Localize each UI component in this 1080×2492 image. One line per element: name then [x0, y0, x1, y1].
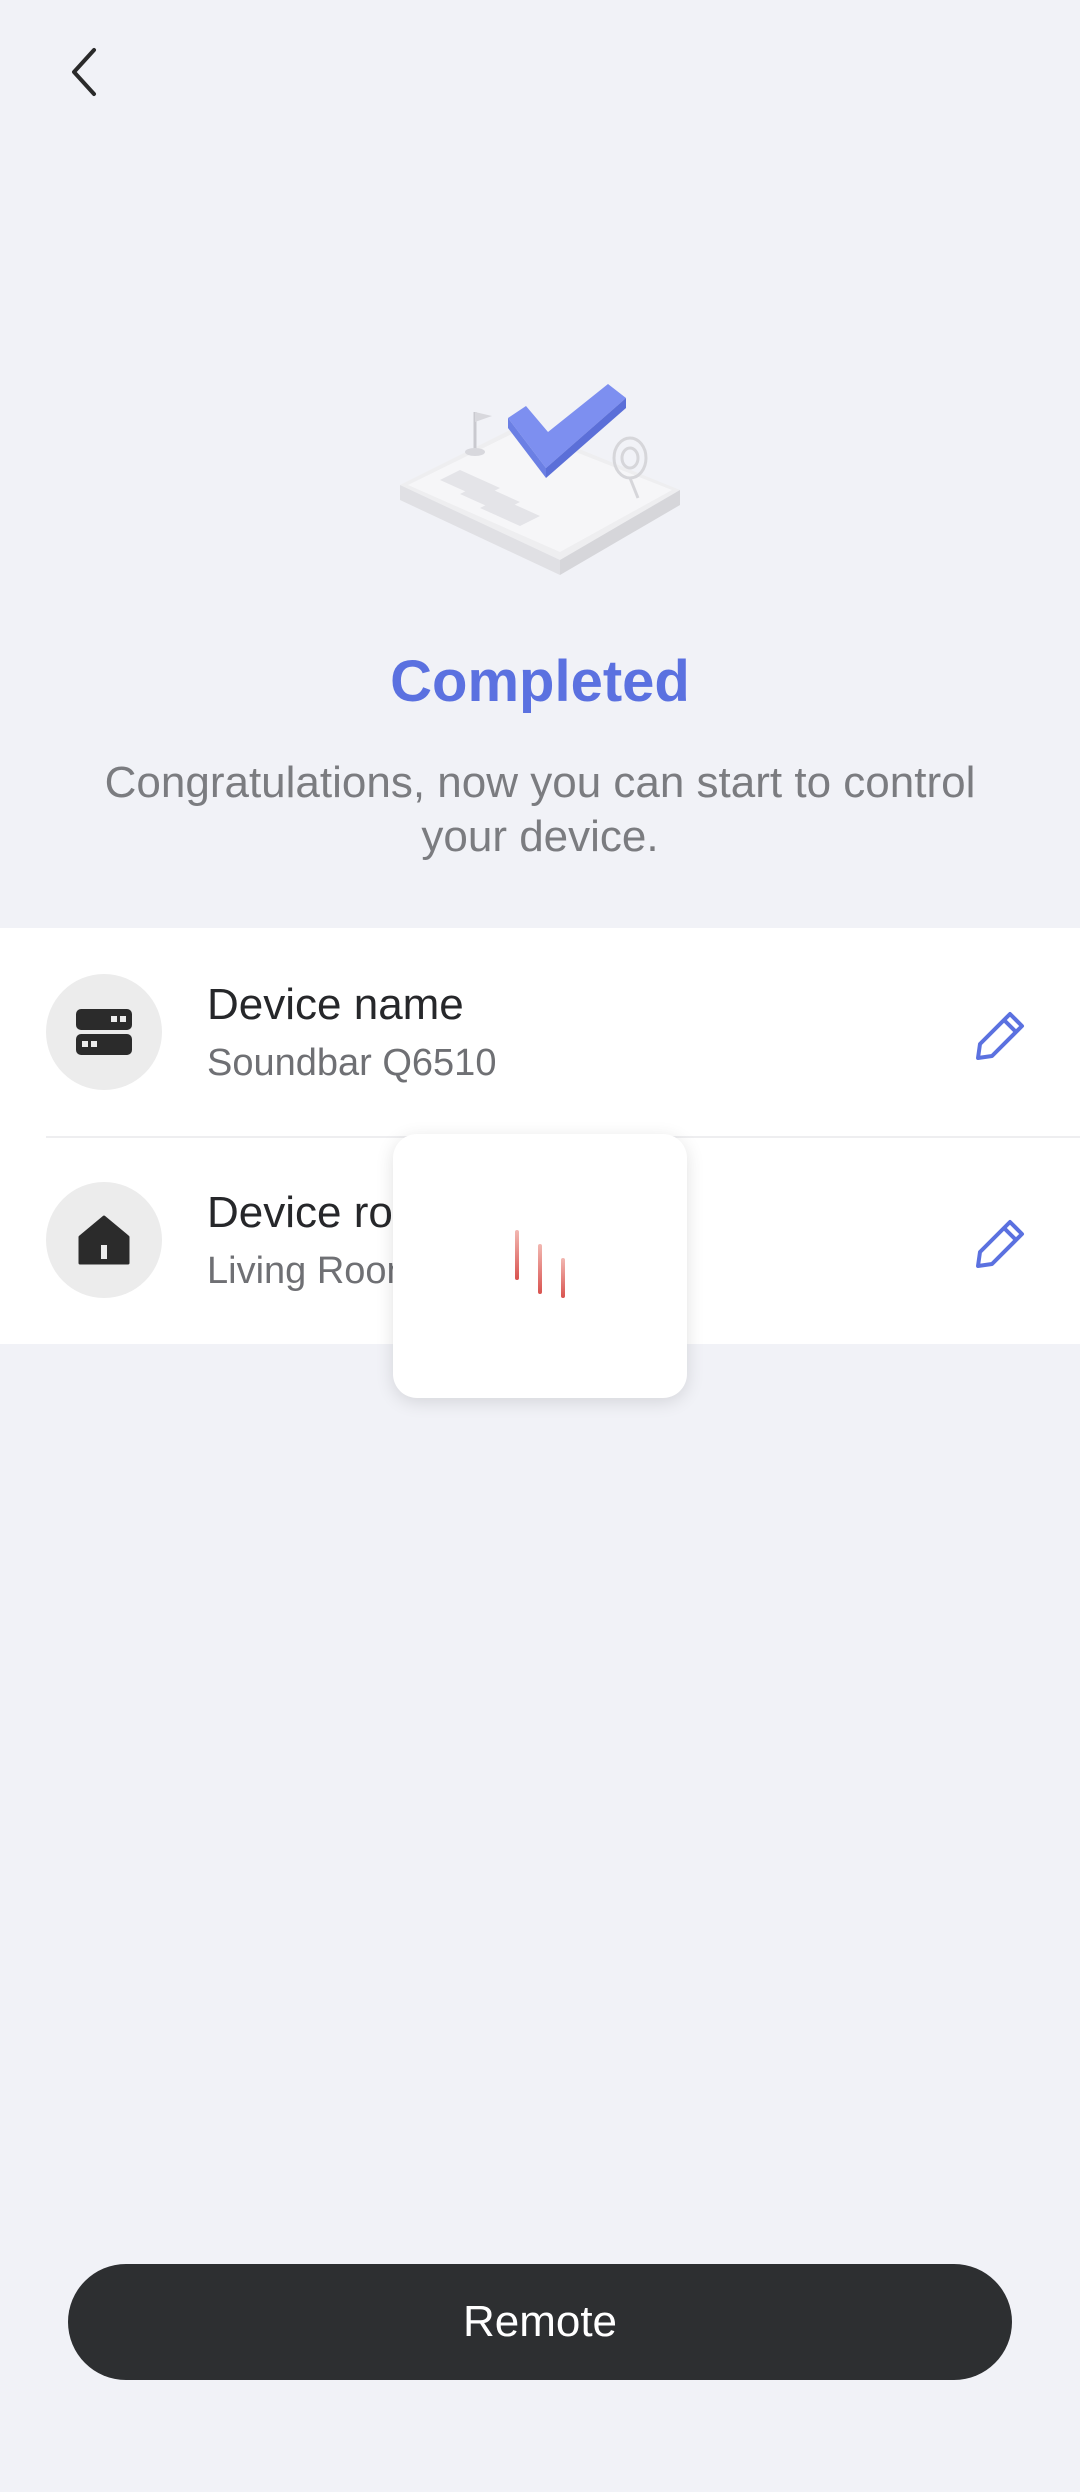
- home-icon: [78, 1215, 130, 1265]
- edit-device-name-button[interactable]: [960, 996, 1040, 1076]
- loading-overlay: [393, 1134, 687, 1398]
- device-room-value: Living Room: [207, 1250, 419, 1292]
- pencil-icon: [976, 1012, 1024, 1060]
- device-name-value: Soundbar Q6510: [207, 1042, 497, 1084]
- page-title: Completed: [390, 649, 690, 714]
- room-avatar: [46, 1182, 162, 1298]
- edit-device-room-button[interactable]: [960, 1204, 1040, 1284]
- page-subtitle: Congratulations, now you can start to co…: [104, 758, 976, 861]
- back-button[interactable]: [48, 36, 120, 108]
- device-name-row: Device name Soundbar Q6510: [0, 928, 1080, 1136]
- pencil-icon: [976, 1220, 1024, 1268]
- remote-button[interactable]: Remote: [68, 2264, 1012, 2380]
- device-name-label: Device name: [207, 980, 464, 1029]
- completed-illustration: [380, 370, 700, 600]
- device-icon: [76, 1009, 132, 1055]
- device-avatar: [46, 974, 162, 1090]
- chevron-left-icon: [72, 48, 96, 96]
- loading-bars-icon: [515, 1230, 565, 1298]
